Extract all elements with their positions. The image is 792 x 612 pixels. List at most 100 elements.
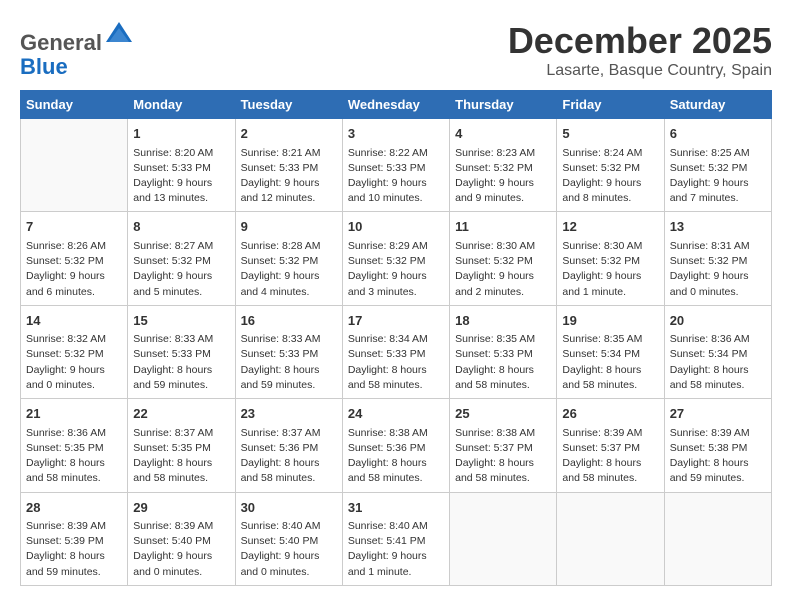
logo-general-text: General [20,30,102,55]
day-info: Sunrise: 8:39 AM Sunset: 5:40 PM Dayligh… [133,519,229,580]
col-header-friday: Friday [557,91,664,119]
calendar-cell: 9Sunrise: 8:28 AM Sunset: 5:32 PM Daylig… [235,212,342,305]
day-info: Sunrise: 8:21 AM Sunset: 5:33 PM Dayligh… [241,146,337,207]
day-number: 3 [348,124,444,144]
month-title: December 2025 [508,20,772,62]
day-info: Sunrise: 8:36 AM Sunset: 5:35 PM Dayligh… [26,426,122,487]
day-number: 6 [670,124,766,144]
day-info: Sunrise: 8:20 AM Sunset: 5:33 PM Dayligh… [133,146,229,207]
day-info: Sunrise: 8:36 AM Sunset: 5:34 PM Dayligh… [670,332,766,393]
logo-icon [104,20,134,50]
calendar-header-row: SundayMondayTuesdayWednesdayThursdayFrid… [21,91,772,119]
calendar-cell: 10Sunrise: 8:29 AM Sunset: 5:32 PM Dayli… [342,212,449,305]
logo-blue-text: Blue [20,54,68,79]
day-number: 5 [562,124,658,144]
day-number: 12 [562,217,658,237]
day-info: Sunrise: 8:33 AM Sunset: 5:33 PM Dayligh… [133,332,229,393]
calendar-row-1: 7Sunrise: 8:26 AM Sunset: 5:32 PM Daylig… [21,212,772,305]
day-info: Sunrise: 8:35 AM Sunset: 5:33 PM Dayligh… [455,332,551,393]
day-info: Sunrise: 8:40 AM Sunset: 5:41 PM Dayligh… [348,519,444,580]
calendar-body: 1Sunrise: 8:20 AM Sunset: 5:33 PM Daylig… [21,119,772,586]
day-info: Sunrise: 8:30 AM Sunset: 5:32 PM Dayligh… [455,239,551,300]
day-number: 14 [26,311,122,331]
calendar-row-4: 28Sunrise: 8:39 AM Sunset: 5:39 PM Dayli… [21,492,772,585]
day-number: 21 [26,404,122,424]
calendar-cell: 1Sunrise: 8:20 AM Sunset: 5:33 PM Daylig… [128,119,235,212]
day-info: Sunrise: 8:40 AM Sunset: 5:40 PM Dayligh… [241,519,337,580]
day-number: 23 [241,404,337,424]
calendar-cell: 17Sunrise: 8:34 AM Sunset: 5:33 PM Dayli… [342,305,449,398]
day-info: Sunrise: 8:29 AM Sunset: 5:32 PM Dayligh… [348,239,444,300]
calendar-table: SundayMondayTuesdayWednesdayThursdayFrid… [20,90,772,586]
col-header-saturday: Saturday [664,91,771,119]
day-info: Sunrise: 8:37 AM Sunset: 5:36 PM Dayligh… [241,426,337,487]
day-info: Sunrise: 8:24 AM Sunset: 5:32 PM Dayligh… [562,146,658,207]
calendar-cell: 28Sunrise: 8:39 AM Sunset: 5:39 PM Dayli… [21,492,128,585]
calendar-cell: 22Sunrise: 8:37 AM Sunset: 5:35 PM Dayli… [128,399,235,492]
calendar-cell: 8Sunrise: 8:27 AM Sunset: 5:32 PM Daylig… [128,212,235,305]
day-number: 11 [455,217,551,237]
day-info: Sunrise: 8:38 AM Sunset: 5:37 PM Dayligh… [455,426,551,487]
day-number: 31 [348,498,444,518]
calendar-cell: 5Sunrise: 8:24 AM Sunset: 5:32 PM Daylig… [557,119,664,212]
col-header-tuesday: Tuesday [235,91,342,119]
day-number: 9 [241,217,337,237]
day-number: 2 [241,124,337,144]
day-number: 29 [133,498,229,518]
calendar-cell: 25Sunrise: 8:38 AM Sunset: 5:37 PM Dayli… [450,399,557,492]
logo: General Blue [20,20,134,79]
calendar-cell: 18Sunrise: 8:35 AM Sunset: 5:33 PM Dayli… [450,305,557,398]
day-number: 26 [562,404,658,424]
calendar-cell: 3Sunrise: 8:22 AM Sunset: 5:33 PM Daylig… [342,119,449,212]
calendar-row-2: 14Sunrise: 8:32 AM Sunset: 5:32 PM Dayli… [21,305,772,398]
calendar-cell: 15Sunrise: 8:33 AM Sunset: 5:33 PM Dayli… [128,305,235,398]
day-number: 10 [348,217,444,237]
col-header-sunday: Sunday [21,91,128,119]
calendar-cell: 27Sunrise: 8:39 AM Sunset: 5:38 PM Dayli… [664,399,771,492]
day-number: 16 [241,311,337,331]
day-number: 13 [670,217,766,237]
day-info: Sunrise: 8:38 AM Sunset: 5:36 PM Dayligh… [348,426,444,487]
day-info: Sunrise: 8:30 AM Sunset: 5:32 PM Dayligh… [562,239,658,300]
day-number: 4 [455,124,551,144]
day-number: 7 [26,217,122,237]
calendar-cell [21,119,128,212]
location-title: Lasarte, Basque Country, Spain [508,62,772,80]
col-header-thursday: Thursday [450,91,557,119]
calendar-row-3: 21Sunrise: 8:36 AM Sunset: 5:35 PM Dayli… [21,399,772,492]
day-number: 25 [455,404,551,424]
calendar-cell: 6Sunrise: 8:25 AM Sunset: 5:32 PM Daylig… [664,119,771,212]
col-header-monday: Monday [128,91,235,119]
day-number: 27 [670,404,766,424]
calendar-cell: 7Sunrise: 8:26 AM Sunset: 5:32 PM Daylig… [21,212,128,305]
day-number: 17 [348,311,444,331]
day-info: Sunrise: 8:34 AM Sunset: 5:33 PM Dayligh… [348,332,444,393]
day-info: Sunrise: 8:27 AM Sunset: 5:32 PM Dayligh… [133,239,229,300]
col-header-wednesday: Wednesday [342,91,449,119]
day-info: Sunrise: 8:31 AM Sunset: 5:32 PM Dayligh… [670,239,766,300]
calendar-cell [450,492,557,585]
title-block: December 2025 Lasarte, Basque Country, S… [508,20,772,80]
day-number: 28 [26,498,122,518]
day-number: 24 [348,404,444,424]
calendar-cell: 11Sunrise: 8:30 AM Sunset: 5:32 PM Dayli… [450,212,557,305]
calendar-cell: 24Sunrise: 8:38 AM Sunset: 5:36 PM Dayli… [342,399,449,492]
day-info: Sunrise: 8:35 AM Sunset: 5:34 PM Dayligh… [562,332,658,393]
day-number: 1 [133,124,229,144]
day-info: Sunrise: 8:25 AM Sunset: 5:32 PM Dayligh… [670,146,766,207]
calendar-cell: 20Sunrise: 8:36 AM Sunset: 5:34 PM Dayli… [664,305,771,398]
page-header: General Blue December 2025 Lasarte, Basq… [20,20,772,80]
calendar-cell: 23Sunrise: 8:37 AM Sunset: 5:36 PM Dayli… [235,399,342,492]
calendar-cell: 26Sunrise: 8:39 AM Sunset: 5:37 PM Dayli… [557,399,664,492]
day-info: Sunrise: 8:32 AM Sunset: 5:32 PM Dayligh… [26,332,122,393]
day-number: 30 [241,498,337,518]
calendar-cell: 21Sunrise: 8:36 AM Sunset: 5:35 PM Dayli… [21,399,128,492]
calendar-cell: 31Sunrise: 8:40 AM Sunset: 5:41 PM Dayli… [342,492,449,585]
day-info: Sunrise: 8:39 AM Sunset: 5:38 PM Dayligh… [670,426,766,487]
calendar-cell: 30Sunrise: 8:40 AM Sunset: 5:40 PM Dayli… [235,492,342,585]
day-number: 15 [133,311,229,331]
calendar-cell [664,492,771,585]
day-info: Sunrise: 8:22 AM Sunset: 5:33 PM Dayligh… [348,146,444,207]
calendar-row-0: 1Sunrise: 8:20 AM Sunset: 5:33 PM Daylig… [21,119,772,212]
day-info: Sunrise: 8:28 AM Sunset: 5:32 PM Dayligh… [241,239,337,300]
